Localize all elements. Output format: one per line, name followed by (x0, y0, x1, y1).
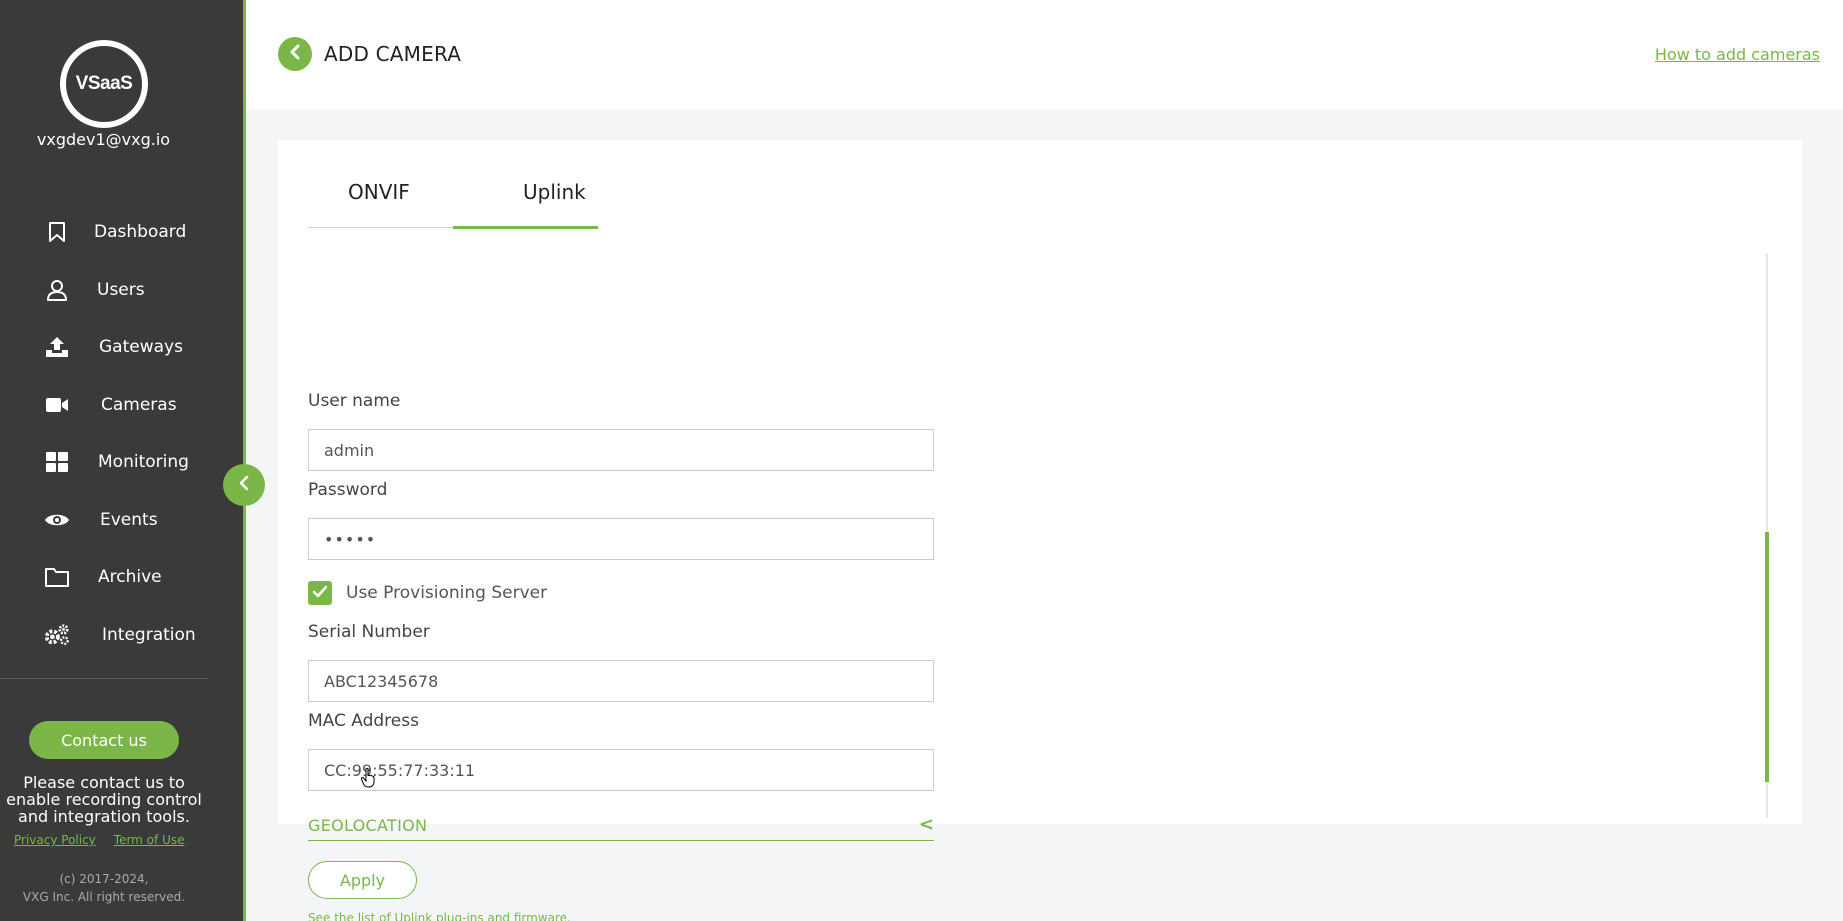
sidebar-item-label: Archive (98, 567, 162, 587)
sidebar-item-label: Gateways (99, 337, 183, 357)
uplink-plugins-link[interactable]: See the list of Uplink plug-ins and firm… (308, 911, 571, 921)
serial-number-label: Serial Number (308, 622, 430, 642)
password-input[interactable]: ••••• (308, 518, 934, 560)
page-header (246, 0, 1843, 110)
sidebar-item-label: Monitoring (98, 452, 189, 472)
collapse-sidebar-button[interactable] (223, 464, 265, 506)
copyright-line: VXG Inc. All right reserved. (22, 890, 186, 904)
folder-icon (44, 564, 70, 590)
sidebar-item-events[interactable]: Events (0, 498, 243, 542)
vsaas-logo: VSaaS (60, 40, 148, 128)
mac-address-label: MAC Address (308, 711, 419, 731)
sidebar-item-integration[interactable]: Integration (0, 613, 243, 657)
sidebar-item-label: Integration (102, 625, 196, 645)
copyright-line: (c) 2017-2024, (59, 872, 149, 886)
provisioning-server-checkbox[interactable] (308, 581, 332, 605)
sidebar-accent-border (243, 0, 246, 921)
tab-uplink[interactable]: Uplink (523, 180, 586, 204)
user-email: vxgdev1@vxg.io (36, 130, 171, 149)
hand-cursor-icon (360, 767, 377, 792)
sidebar-item-cameras[interactable]: Cameras (0, 383, 243, 427)
sidebar-item-label: Events (100, 510, 158, 530)
bookmark-icon (44, 219, 70, 245)
sidebar-item-users[interactable]: Users (0, 268, 243, 312)
sidebar-item-label: Cameras (101, 395, 177, 415)
sidebar-item-archive[interactable]: Archive (0, 555, 243, 599)
mac-address-input[interactable]: CC:99:55:77:33:11 (308, 749, 934, 791)
provisioning-server-label: Use Provisioning Server (346, 583, 548, 603)
footer-links: Privacy Policy Term of Use (14, 833, 202, 847)
sidebar-item-monitoring[interactable]: Monitoring (0, 440, 243, 484)
checkmark-icon (312, 584, 328, 603)
sidebar-divider (0, 678, 208, 679)
geolocation-toggle[interactable]: < (919, 814, 934, 835)
logo-text: VSaaS (75, 73, 133, 94)
tab-onvif[interactable]: ONVIF (348, 180, 410, 204)
sidebar-item-dashboard[interactable]: Dashboard (0, 210, 243, 254)
contact-us-button[interactable]: Contact us (29, 721, 179, 759)
serial-number-input[interactable]: ABC12345678 (308, 660, 934, 702)
sidebar: VSaaS vxgdev1@vxg.io Dashboard Users Gat… (0, 0, 243, 921)
tab-bar: ONVIF Uplink (308, 140, 598, 228)
grid-icon (44, 449, 70, 475)
chevron-left-icon (289, 44, 301, 64)
video-camera-icon (44, 392, 70, 418)
username-input[interactable]: admin (308, 429, 934, 471)
upload-icon (44, 334, 70, 360)
add-camera-card: ONVIF Uplink User name admin Password ••… (278, 140, 1802, 921)
apply-button[interactable]: Apply (308, 861, 417, 899)
copyright: (c) 2017-2024, VXG Inc. All right reserv… (0, 870, 208, 906)
user-icon (44, 277, 70, 303)
geolocation-divider (308, 840, 934, 841)
page-title: ADD CAMERA (324, 42, 462, 66)
geolocation-section-label[interactable]: GEOLOCATION (308, 816, 427, 835)
contact-message: Please contact us to enable recording co… (6, 773, 202, 826)
sidebar-item-label: Users (97, 280, 145, 300)
privacy-policy-link[interactable]: Privacy Policy (14, 833, 96, 847)
sidebar-item-gateways[interactable]: Gateways (0, 325, 243, 369)
chevron-left-icon (238, 475, 250, 495)
password-label: Password (308, 480, 388, 500)
gears-icon (44, 622, 70, 648)
sidebar-item-label: Dashboard (94, 222, 187, 242)
scrollbar-thumb[interactable] (1765, 532, 1769, 782)
terms-of-use-link[interactable]: Term of Use (114, 833, 185, 847)
active-tab-indicator (453, 226, 598, 229)
back-button[interactable] (278, 37, 312, 71)
how-to-add-cameras-link[interactable]: How to add cameras (1655, 45, 1820, 64)
username-label: User name (308, 391, 401, 411)
eye-icon (44, 507, 70, 533)
